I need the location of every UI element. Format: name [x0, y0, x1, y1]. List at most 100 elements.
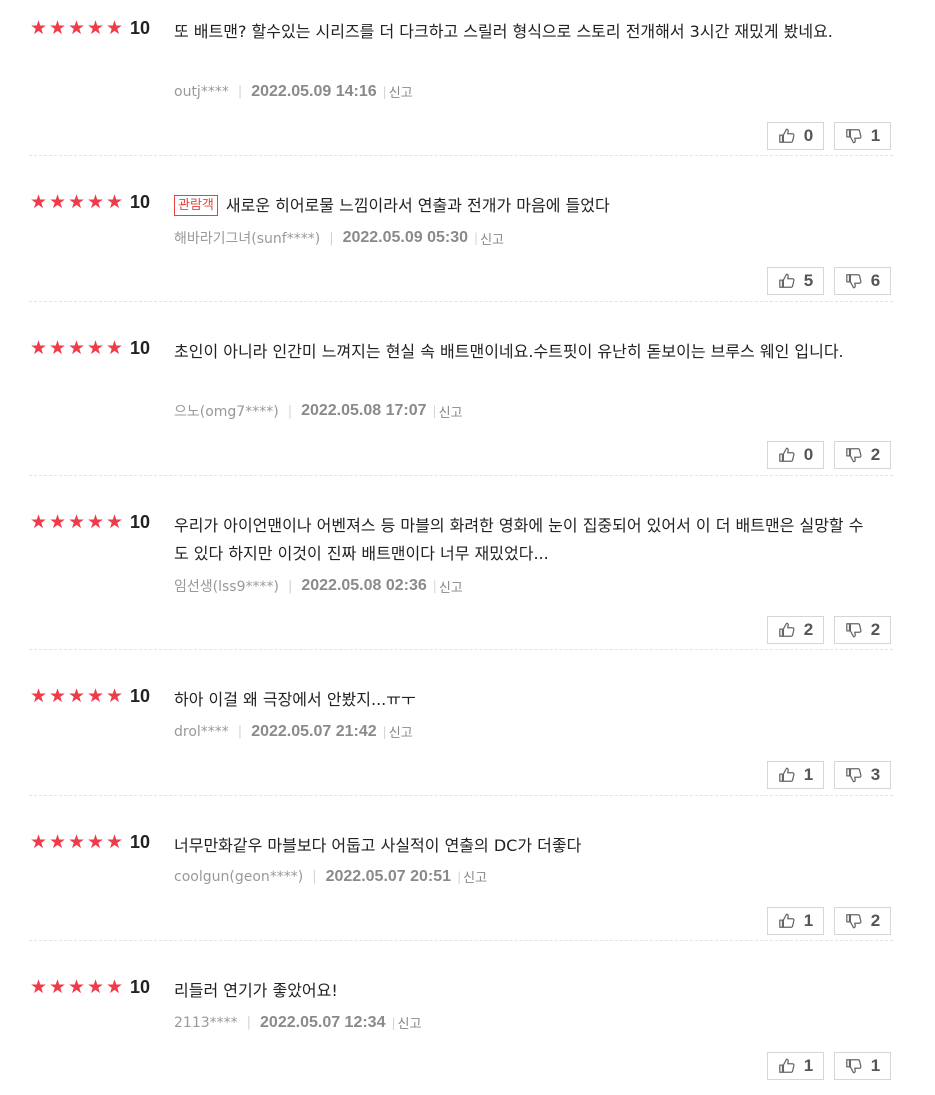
like-button[interactable]: 0 [767, 441, 824, 469]
review-author: outj**** [174, 83, 229, 100]
star-icon: ★ [67, 975, 86, 998]
report-link[interactable]: 신고 [389, 722, 413, 741]
review-meta: 2113**** | 2022.05.07 12:34 | 신고 [174, 1013, 422, 1033]
star-icon: ★ [48, 975, 67, 998]
review-author: 해바라기그녀(sunf****) [174, 231, 321, 247]
review-date: 2022.05.09 05:30 [342, 229, 469, 246]
review-body: 리들러 연기가 좋았어요! [174, 981, 338, 1000]
thumbs-up-icon [778, 766, 796, 784]
review-meta: 해바라기그녀(sunf****) | 2022.05.09 05:30 | 신고 [174, 228, 504, 248]
review-text: 또 배트맨? 할수있는 시리즈를 더 다크하고 스릴러 형식으로 스토리 전개해… [174, 18, 874, 46]
dislike-count: 1 [870, 1056, 881, 1075]
thumbs-down-icon [845, 272, 863, 290]
review-text: 초인이 아니라 인간미 느껴지는 현실 속 배트맨이네요.수트핏이 유난히 돋보… [174, 338, 874, 366]
meta-divider: | [287, 578, 293, 594]
thumbs-up-icon [778, 127, 796, 145]
review-date: 2022.05.07 20:51 [325, 867, 452, 885]
thumbs-up-icon [778, 1057, 796, 1075]
star-icon: ★ [86, 684, 105, 707]
star-icon: ★ [67, 684, 86, 707]
star-icon: ★ [105, 510, 124, 533]
rating-stars: ★ ★ ★ ★ ★ 10 [29, 685, 150, 707]
review-author: 2113**** [174, 1014, 238, 1031]
dislike-count: 2 [870, 445, 881, 464]
star-icon: ★ [29, 830, 48, 853]
like-button[interactable]: 1 [767, 907, 824, 935]
dislike-button[interactable]: 6 [834, 267, 891, 295]
star-icon: ★ [48, 336, 67, 359]
review-meta: coolgun(geon****) | 2022.05.07 20:51 | 신고 [174, 867, 487, 887]
review-date: 2022.05.07 12:34 [260, 1013, 386, 1031]
review-divider [29, 940, 893, 941]
like-count: 1 [803, 911, 814, 930]
star-icon: ★ [105, 190, 124, 213]
meta-divider: | [432, 404, 437, 418]
review-meta: 임선생(lss9****) | 2022.05.08 02:36 | 신고 [174, 576, 463, 596]
star-icon: ★ [86, 975, 105, 998]
dislike-button[interactable]: 2 [834, 441, 891, 469]
star-icon: ★ [29, 336, 48, 359]
thumbs-up-icon [778, 446, 796, 464]
star-icon: ★ [29, 16, 48, 39]
like-button[interactable]: 1 [767, 761, 824, 789]
star-icon: ★ [86, 336, 105, 359]
rating-stars: ★ ★ ★ ★ ★ 10 [29, 191, 150, 213]
review-body: 또 배트맨? 할수있는 시리즈를 더 다크하고 스릴러 형식으로 스토리 전개해… [174, 22, 833, 41]
review-meta: 으노(omg7****) | 2022.05.08 17:07 | 신고 [174, 401, 463, 421]
star-icon: ★ [48, 830, 67, 853]
review-body: 너무만화같우 마블보다 어둡고 사실적이 연출의 DC가 더좋다 [174, 836, 582, 855]
report-link[interactable]: 신고 [439, 577, 463, 596]
dislike-button[interactable]: 1 [834, 122, 891, 150]
thumbs-up-icon [778, 272, 796, 290]
report-link[interactable]: 신고 [439, 402, 463, 421]
rating-score: 10 [130, 976, 151, 997]
star-icon: ★ [86, 830, 105, 853]
star-icon: ★ [86, 190, 105, 213]
dislike-button[interactable]: 3 [834, 761, 891, 789]
meta-divider: | [312, 869, 317, 884]
report-link[interactable]: 신고 [463, 867, 487, 886]
star-icon: ★ [67, 336, 86, 359]
star-icon: ★ [67, 16, 86, 39]
thumbs-down-icon [845, 1057, 863, 1075]
like-count: 0 [803, 445, 814, 464]
review-meta: drol**** | 2022.05.07 21:42 | 신고 [174, 722, 413, 742]
review-date: 2022.05.08 17:07 [301, 402, 427, 419]
review-body: 우리가 아이언맨이나 어벤져스 등 마블의 화려한 영화에 눈이 집중되어 있어… [174, 516, 864, 563]
meta-divider: | [287, 403, 293, 419]
review-text: 우리가 아이언맨이나 어벤져스 등 마블의 화려한 영화에 눈이 집중되어 있어… [174, 512, 874, 568]
report-link[interactable]: 신고 [480, 229, 504, 248]
review-date: 2022.05.08 02:36 [301, 577, 427, 594]
star-icon: ★ [48, 510, 67, 533]
like-button[interactable]: 1 [767, 1052, 824, 1080]
report-link[interactable]: 신고 [398, 1013, 422, 1032]
star-icon: ★ [29, 190, 48, 213]
rating-score: 10 [130, 511, 151, 532]
star-icon: ★ [105, 336, 124, 359]
like-count: 5 [803, 271, 814, 290]
star-icon: ★ [67, 190, 86, 213]
like-button[interactable]: 0 [767, 122, 824, 150]
dislike-button[interactable]: 2 [834, 907, 891, 935]
thumbs-up-icon [778, 621, 796, 639]
star-icon: ★ [105, 830, 124, 853]
report-link[interactable]: 신고 [389, 82, 413, 101]
like-button[interactable]: 2 [767, 616, 824, 644]
meta-divider: | [391, 1015, 396, 1030]
dislike-count: 2 [870, 620, 881, 639]
review-divider [29, 795, 893, 796]
review-text: 리들러 연기가 좋았어요! [174, 977, 874, 1005]
dislike-count: 6 [870, 271, 881, 290]
dislike-button[interactable]: 2 [834, 616, 891, 644]
rating-stars: ★ ★ ★ ★ ★ 10 [29, 976, 150, 998]
review-body: 초인이 아니라 인간미 느껴지는 현실 속 배트맨이네요.수트핏이 유난히 돋보… [174, 342, 844, 361]
star-icon: ★ [48, 190, 67, 213]
meta-divider: | [457, 869, 462, 884]
meta-divider: | [474, 231, 479, 245]
like-button[interactable]: 5 [767, 267, 824, 295]
like-count: 1 [803, 765, 814, 784]
review-body: 새로운 히어로물 느낌이라서 연출과 전개가 마음에 들었다 [225, 196, 610, 215]
star-icon: ★ [105, 975, 124, 998]
dislike-button[interactable]: 1 [834, 1052, 891, 1080]
review-meta: outj**** | 2022.05.09 14:16 | 신고 [174, 82, 413, 102]
